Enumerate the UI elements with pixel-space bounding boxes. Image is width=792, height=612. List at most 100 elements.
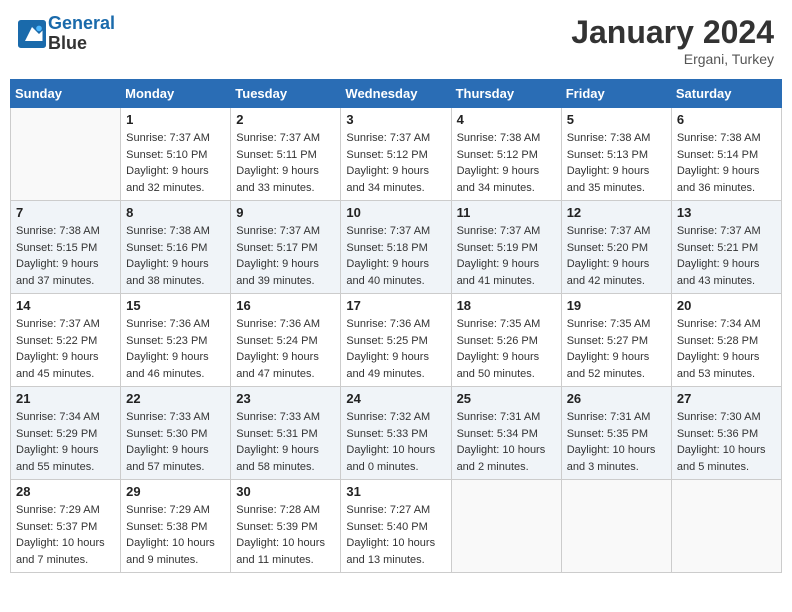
day-number: 23 xyxy=(236,391,335,406)
calendar-cell: 20 Sunrise: 7:34 AMSunset: 5:28 PMDayligh… xyxy=(671,294,781,387)
day-detail: Sunrise: 7:36 AMSunset: 5:23 PMDaylight:… xyxy=(126,316,225,382)
calendar-cell: 18Sunrise: 7:35 AMSunset: 5:26 PMDayligh… xyxy=(451,294,561,387)
calendar-cell xyxy=(561,480,671,573)
day-number: 16 xyxy=(236,298,335,313)
weekday-header-tuesday: Tuesday xyxy=(231,80,341,108)
day-number: 14 xyxy=(16,298,115,313)
day-detail: Sunrise: 7:35 AMSunset: 5:27 PMDaylight:… xyxy=(567,316,666,382)
day-detail: Sunrise: 7:38 AMSunset: 5:16 PMDaylight:… xyxy=(126,223,225,289)
weekday-header-thursday: Thursday xyxy=(451,80,561,108)
day-detail: Sunrise: 7:33 AMSunset: 5:30 PMDaylight:… xyxy=(126,409,225,475)
calendar-cell: 27 Sunrise: 7:30 AMSunset: 5:36 PMDayligh… xyxy=(671,387,781,480)
day-number: 20 xyxy=(677,298,776,313)
day-number: 25 xyxy=(457,391,556,406)
day-detail: Sunrise: 7:31 AMSunset: 5:34 PMDaylight:… xyxy=(457,409,556,475)
calendar-week-1: 1Sunrise: 7:37 AMSunset: 5:10 PMDaylight… xyxy=(11,108,782,201)
logo-line1: General xyxy=(48,13,115,33)
day-detail: Sunrise: 7:28 AMSunset: 5:39 PMDaylight:… xyxy=(236,502,335,568)
day-number: 28 xyxy=(16,484,115,499)
day-detail: Sunrise: 7:38 AMSunset: 5:14 PMDaylight:… xyxy=(677,130,776,196)
day-number: 9 xyxy=(236,205,335,220)
calendar-cell: 29 Sunrise: 7:29 AMSunset: 5:38 PMDayligh… xyxy=(121,480,231,573)
day-detail: Sunrise: 7:37 AMSunset: 5:20 PMDaylight:… xyxy=(567,223,666,289)
calendar-week-3: 14Sunrise: 7:37 AMSunset: 5:22 PMDayligh… xyxy=(11,294,782,387)
day-number: 19 xyxy=(567,298,666,313)
day-number: 31 xyxy=(346,484,445,499)
day-detail: Sunrise: 7:29 AMSunset: 5:37 PMDaylight:… xyxy=(16,502,115,568)
calendar-cell: 25 Sunrise: 7:31 AMSunset: 5:34 PMDayligh… xyxy=(451,387,561,480)
calendar-cell: 15 Sunrise: 7:36 AMSunset: 5:23 PMDayligh… xyxy=(121,294,231,387)
calendar-cell: 13 Sunrise: 7:37 AMSunset: 5:21 PMDayligh… xyxy=(671,201,781,294)
calendar-cell xyxy=(451,480,561,573)
day-detail: Sunrise: 7:38 AMSunset: 5:12 PMDaylight:… xyxy=(457,130,556,196)
day-detail: Sunrise: 7:36 AMSunset: 5:25 PMDaylight:… xyxy=(346,316,445,382)
calendar-cell: 21 Sunrise: 7:34 AMSunset: 5:29 PMDayligh… xyxy=(11,387,121,480)
day-detail: Sunrise: 7:37 AMSunset: 5:18 PMDaylight:… xyxy=(346,223,445,289)
location: Ergani, Turkey xyxy=(571,51,774,67)
day-detail: Sunrise: 7:31 AMSunset: 5:35 PMDaylight:… xyxy=(567,409,666,475)
calendar-cell: 4 Sunrise: 7:38 AMSunset: 5:12 PMDaylight… xyxy=(451,108,561,201)
day-detail: Sunrise: 7:33 AMSunset: 5:31 PMDaylight:… xyxy=(236,409,335,475)
logo: General Blue xyxy=(18,14,115,54)
day-number: 8 xyxy=(126,205,225,220)
day-detail: Sunrise: 7:30 AMSunset: 5:36 PMDaylight:… xyxy=(677,409,776,475)
day-detail: Sunrise: 7:34 AMSunset: 5:29 PMDaylight:… xyxy=(16,409,115,475)
day-number: 21 xyxy=(16,391,115,406)
day-number: 22 xyxy=(126,391,225,406)
calendar-table: SundayMondayTuesdayWednesdayThursdayFrid… xyxy=(10,79,782,573)
day-detail: Sunrise: 7:32 AMSunset: 5:33 PMDaylight:… xyxy=(346,409,445,475)
calendar-cell: 8 Sunrise: 7:38 AMSunset: 5:16 PMDaylight… xyxy=(121,201,231,294)
day-number: 30 xyxy=(236,484,335,499)
calendar-cell: 9Sunrise: 7:37 AMSunset: 5:17 PMDaylight… xyxy=(231,201,341,294)
day-number: 10 xyxy=(346,205,445,220)
day-detail: Sunrise: 7:34 AMSunset: 5:28 PMDaylight:… xyxy=(677,316,776,382)
calendar-cell: 19 Sunrise: 7:35 AMSunset: 5:27 PMDayligh… xyxy=(561,294,671,387)
day-detail: Sunrise: 7:35 AMSunset: 5:26 PMDaylight:… xyxy=(457,316,556,382)
day-number: 5 xyxy=(567,112,666,127)
day-detail: Sunrise: 7:36 AMSunset: 5:24 PMDaylight:… xyxy=(236,316,335,382)
calendar-cell: 2 Sunrise: 7:37 AMSunset: 5:11 PMDaylight… xyxy=(231,108,341,201)
calendar-cell: 17 Sunrise: 7:36 AMSunset: 5:25 PMDayligh… xyxy=(341,294,451,387)
day-detail: Sunrise: 7:27 AMSunset: 5:40 PMDaylight:… xyxy=(346,502,445,568)
calendar-week-5: 28 Sunrise: 7:29 AMSunset: 5:37 PMDayligh… xyxy=(11,480,782,573)
weekday-header-saturday: Saturday xyxy=(671,80,781,108)
calendar-cell: 5 Sunrise: 7:38 AMSunset: 5:13 PMDaylight… xyxy=(561,108,671,201)
day-detail: Sunrise: 7:38 AMSunset: 5:15 PMDaylight:… xyxy=(16,223,115,289)
calendar-cell: 24Sunrise: 7:32 AMSunset: 5:33 PMDayligh… xyxy=(341,387,451,480)
day-detail: Sunrise: 7:38 AMSunset: 5:13 PMDaylight:… xyxy=(567,130,666,196)
day-number: 2 xyxy=(236,112,335,127)
day-number: 4 xyxy=(457,112,556,127)
day-number: 15 xyxy=(126,298,225,313)
calendar-cell: 28 Sunrise: 7:29 AMSunset: 5:37 PMDayligh… xyxy=(11,480,121,573)
day-number: 1 xyxy=(126,112,225,127)
day-number: 27 xyxy=(677,391,776,406)
day-detail: Sunrise: 7:37 AMSunset: 5:12 PMDaylight:… xyxy=(346,130,445,196)
weekday-header-monday: Monday xyxy=(121,80,231,108)
calendar-week-4: 21 Sunrise: 7:34 AMSunset: 5:29 PMDayligh… xyxy=(11,387,782,480)
day-number: 17 xyxy=(346,298,445,313)
calendar-cell: 3 Sunrise: 7:37 AMSunset: 5:12 PMDaylight… xyxy=(341,108,451,201)
day-number: 29 xyxy=(126,484,225,499)
day-number: 13 xyxy=(677,205,776,220)
day-number: 7 xyxy=(16,205,115,220)
calendar-cell: 16 Sunrise: 7:36 AMSunset: 5:24 PMDayligh… xyxy=(231,294,341,387)
calendar-cell: 1Sunrise: 7:37 AMSunset: 5:10 PMDaylight… xyxy=(121,108,231,201)
logo-text: General Blue xyxy=(48,14,115,54)
day-number: 11 xyxy=(457,205,556,220)
calendar-cell: 10 Sunrise: 7:37 AMSunset: 5:18 PMDayligh… xyxy=(341,201,451,294)
calendar-cell xyxy=(11,108,121,201)
calendar-cell: 30 Sunrise: 7:28 AMSunset: 5:39 PMDayligh… xyxy=(231,480,341,573)
day-detail: Sunrise: 7:37 AMSunset: 5:19 PMDaylight:… xyxy=(457,223,556,289)
calendar-cell: 14Sunrise: 7:37 AMSunset: 5:22 PMDayligh… xyxy=(11,294,121,387)
day-detail: Sunrise: 7:29 AMSunset: 5:38 PMDaylight:… xyxy=(126,502,225,568)
weekday-header-friday: Friday xyxy=(561,80,671,108)
calendar-cell xyxy=(671,480,781,573)
calendar-cell: 6 Sunrise: 7:38 AMSunset: 5:14 PMDaylight… xyxy=(671,108,781,201)
day-number: 6 xyxy=(677,112,776,127)
day-detail: Sunrise: 7:37 AMSunset: 5:11 PMDaylight:… xyxy=(236,130,335,196)
calendar-week-2: 7 Sunrise: 7:38 AMSunset: 5:15 PMDaylight… xyxy=(11,201,782,294)
title-block: January 2024 Ergani, Turkey xyxy=(571,14,774,67)
day-number: 26 xyxy=(567,391,666,406)
day-number: 3 xyxy=(346,112,445,127)
day-detail: Sunrise: 7:37 AMSunset: 5:21 PMDaylight:… xyxy=(677,223,776,289)
